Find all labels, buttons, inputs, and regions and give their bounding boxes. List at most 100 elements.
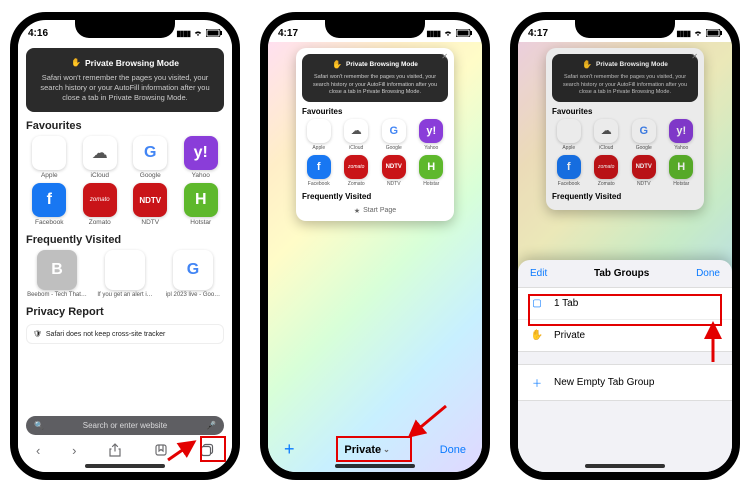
mic-icon[interactable]: 🎤 xyxy=(206,421,216,430)
close-icon[interactable]: ✕ xyxy=(441,52,448,61)
tab-switcher-view: ✕ ✋Private Browsing Mode Safari won't re… xyxy=(268,42,482,472)
frequently-visited-heading: Frequently Visited xyxy=(552,192,698,201)
edit-button[interactable]: Edit xyxy=(530,268,547,279)
frequently-visited-heading: Frequently Visited xyxy=(302,192,448,201)
fav-zomato[interactable]: zomatoZomato xyxy=(77,183,124,226)
facebook-icon: f xyxy=(32,183,66,217)
facebook-icon: f xyxy=(557,155,581,179)
status-icons: ▮▮▮▮ xyxy=(676,29,722,38)
fav-icloud[interactable]: ☁iCloud xyxy=(77,136,124,179)
apple-icon xyxy=(105,250,145,290)
google-icon: G xyxy=(133,136,167,170)
privacy-report-row[interactable]: 🛡 Safari does not keep cross-site tracke… xyxy=(26,324,224,344)
favourites-grid: Apple ☁iCloud GGoogle y!Yahoo fFacebook … xyxy=(26,136,224,226)
shield-icon: 🛡 xyxy=(33,330,42,338)
bottom-bar: 🔍 Search or enter website 🎤 ‹ › xyxy=(18,416,232,464)
star-icon: ★ xyxy=(354,207,360,215)
fav-label: Facebook xyxy=(35,219,64,226)
fav-label: Facebook xyxy=(308,181,330,187)
fav-label: Google xyxy=(140,172,161,179)
home-indicator[interactable] xyxy=(585,464,665,468)
new-tab-button[interactable]: + xyxy=(284,439,295,460)
cloud-icon: ☁ xyxy=(83,136,117,170)
address-bar[interactable]: 🔍 Search or enter website 🎤 xyxy=(26,416,224,435)
fav-ndtv[interactable]: NDTVNDTV xyxy=(127,183,174,226)
google-icon: G xyxy=(173,250,213,290)
private-mode-banner: ✋Private Browsing Mode Safari won't reme… xyxy=(302,54,448,102)
notch xyxy=(325,20,425,38)
checkmark-icon: ✓ xyxy=(712,330,720,341)
back-button[interactable]: ‹ xyxy=(32,441,44,460)
phone-2: 4:17 ▮▮▮▮ ✕ ✋Private Browsing Mode Safar… xyxy=(260,12,490,480)
fav-label: Google xyxy=(386,145,402,151)
fv-item[interactable]: Gipl 2023 live - Goo… xyxy=(162,250,224,298)
favourites-heading: Favourites xyxy=(26,120,224,132)
plus-icon: ＋ xyxy=(530,375,544,390)
start-page-label: ★Start Page xyxy=(302,207,448,215)
fav-hotstar[interactable]: HHotstar xyxy=(178,183,225,226)
apple-icon xyxy=(307,119,331,143)
fv-item[interactable]: BBeebom - Tech That… xyxy=(26,250,88,298)
hotstar-icon: H xyxy=(669,155,693,179)
facebook-icon: f xyxy=(307,155,331,179)
fav-label: iCloud xyxy=(349,145,363,151)
privacy-report-heading: Privacy Report xyxy=(26,306,224,318)
bookmarks-button[interactable] xyxy=(150,441,172,460)
fav-google[interactable]: G Google xyxy=(127,136,174,179)
fv-item[interactable]: If you get an alert i… xyxy=(94,250,156,298)
fav-label: Zomato xyxy=(348,181,365,187)
banner-body: Safari won't remember the pages you visi… xyxy=(558,74,692,95)
tabs-button[interactable] xyxy=(196,441,218,460)
fav-label: Hotstar xyxy=(190,219,211,226)
fav-apple[interactable]: Apple xyxy=(26,136,73,179)
apple-icon xyxy=(557,119,581,143)
share-button[interactable] xyxy=(104,441,126,460)
fv-label: ipl 2023 live - Goo… xyxy=(166,292,220,298)
hand-icon: ✋ xyxy=(71,58,81,68)
fav-label: NDTV xyxy=(637,181,651,187)
banner-title: Private Browsing Mode xyxy=(85,58,179,69)
signal-icon: ▮▮▮▮ xyxy=(176,29,190,38)
google-icon: G xyxy=(382,119,406,143)
tab-group-row-tabs[interactable]: ▢ 1 Tab xyxy=(518,288,732,320)
safari-private-start-page: ✋ Private Browsing Mode Safari won't rem… xyxy=(18,42,232,472)
yahoo-icon: y! xyxy=(669,119,693,143)
status-time: 4:17 xyxy=(278,28,298,39)
fv-label: Beebom - Tech That… xyxy=(27,292,87,298)
banner-body: Safari won't remember the pages you visi… xyxy=(34,73,216,102)
sheet-list: ▢ 1 Tab ✋ Private ✓ xyxy=(518,287,732,352)
close-icon[interactable]: ✕ xyxy=(691,52,698,61)
tab-group-row-private[interactable]: ✋ Private ✓ xyxy=(518,320,732,351)
wifi-icon xyxy=(693,29,703,37)
tab-group-selector[interactable]: Private ⌄ xyxy=(344,444,389,456)
battery-icon xyxy=(706,29,722,37)
tab-thumbnail[interactable]: ✕ ✋Private Browsing Mode Safari won't re… xyxy=(546,48,704,210)
fav-yahoo[interactable]: y!Yahoo xyxy=(178,136,225,179)
new-tab-group-row[interactable]: ＋ New Empty Tab Group xyxy=(518,365,732,400)
banner-body: Safari won't remember the pages you visi… xyxy=(308,74,442,95)
done-button[interactable]: Done xyxy=(696,268,720,279)
fav-label: Zomato xyxy=(598,181,615,187)
hotstar-icon: H xyxy=(419,155,443,179)
wifi-icon xyxy=(193,29,203,37)
fav-label: Yahoo xyxy=(424,145,438,151)
fav-facebook[interactable]: f Facebook xyxy=(26,183,73,226)
fav-label: Yahoo xyxy=(674,145,688,151)
home-indicator[interactable] xyxy=(85,464,165,468)
status-icons: ▮▮▮▮ xyxy=(426,29,472,38)
forward-button[interactable]: › xyxy=(68,441,80,460)
wifi-icon xyxy=(443,29,453,37)
google-icon: G xyxy=(632,119,656,143)
ndtv-icon: NDTV xyxy=(133,183,167,217)
battery-icon xyxy=(206,29,222,37)
fav-label: Hotstar xyxy=(673,181,689,187)
frequently-visited-grid: BBeebom - Tech That… If you get an alert… xyxy=(26,250,224,298)
privacy-text: Safari does not keep cross-site tracker xyxy=(46,331,165,338)
frequently-visited-heading: Frequently Visited xyxy=(26,234,224,246)
home-indicator[interactable] xyxy=(335,464,415,468)
done-button[interactable]: Done xyxy=(440,444,466,456)
tab-thumbnail[interactable]: ✕ ✋Private Browsing Mode Safari won't re… xyxy=(296,48,454,221)
fav-label: Apple xyxy=(562,145,575,151)
ndtv-icon: NDTV xyxy=(632,155,656,179)
favourites-heading: Favourites xyxy=(302,107,448,116)
